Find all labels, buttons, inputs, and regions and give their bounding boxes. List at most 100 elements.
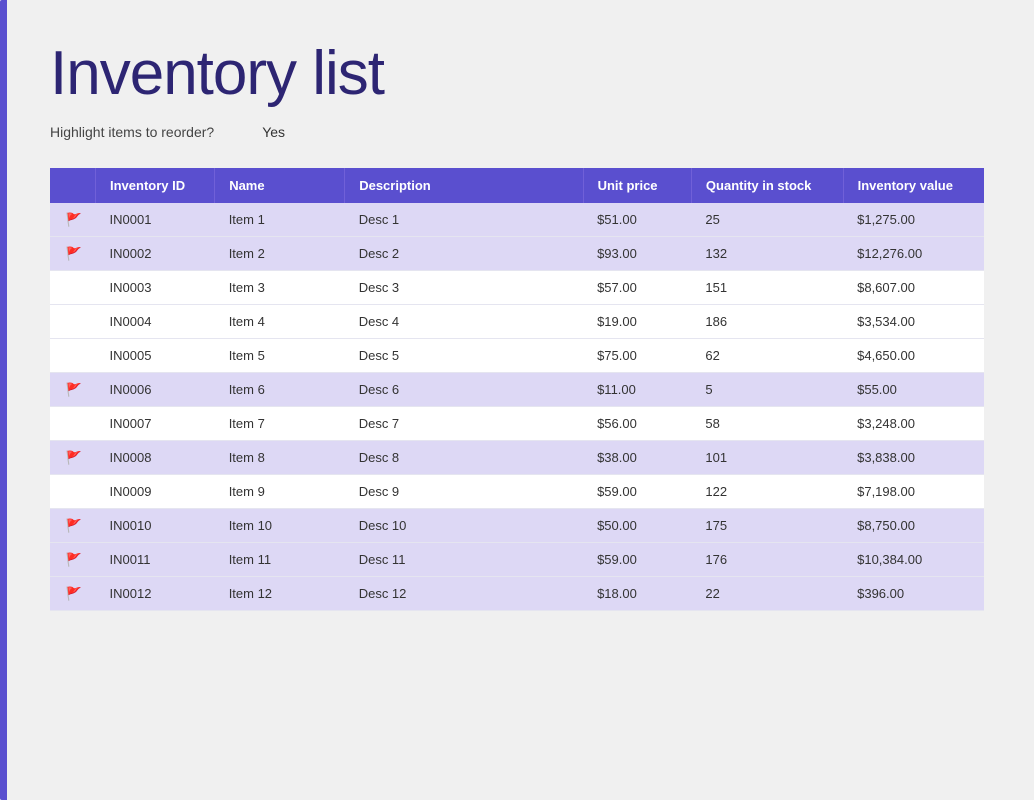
cell-inventory_value: $8,607.00 — [843, 271, 984, 305]
cell-id: IN0009 — [96, 475, 215, 509]
cell-inventory_value: $8,750.00 — [843, 509, 984, 543]
cell-name: Item 9 — [215, 475, 345, 509]
table-row: IN0007Item 7Desc 7$56.0058$3,248.00 — [50, 407, 984, 441]
cell-name: Item 8 — [215, 441, 345, 475]
cell-inventory_value: $4,650.00 — [843, 339, 984, 373]
cell-id: IN0001 — [96, 203, 215, 237]
cell-description: Desc 3 — [345, 271, 583, 305]
cell-quantity: 58 — [691, 407, 843, 441]
page-title: Inventory list — [50, 40, 984, 108]
cell-unit_price: $59.00 — [583, 543, 691, 577]
flag-cell — [50, 407, 96, 441]
flag-icon — [66, 246, 80, 260]
cell-inventory_value: $7,198.00 — [843, 475, 984, 509]
cell-unit_price: $56.00 — [583, 407, 691, 441]
table-row: IN0011Item 11Desc 11$59.00176$10,384.00 — [50, 543, 984, 577]
cell-id: IN0005 — [96, 339, 215, 373]
flag-icon — [66, 382, 80, 396]
flag-cell — [50, 577, 96, 611]
cell-quantity: 175 — [691, 509, 843, 543]
flag-cell — [50, 203, 96, 237]
cell-id: IN0012 — [96, 577, 215, 611]
table-row: IN0006Item 6Desc 6$11.005$55.00 — [50, 373, 984, 407]
cell-description: Desc 5 — [345, 339, 583, 373]
cell-name: Item 7 — [215, 407, 345, 441]
cell-description: Desc 2 — [345, 237, 583, 271]
cell-inventory_value: $55.00 — [843, 373, 984, 407]
cell-inventory_value: $12,276.00 — [843, 237, 984, 271]
flag-cell — [50, 543, 96, 577]
cell-unit_price: $38.00 — [583, 441, 691, 475]
cell-unit_price: $19.00 — [583, 305, 691, 339]
flag-icon — [66, 212, 80, 226]
cell-description: Desc 4 — [345, 305, 583, 339]
cell-id: IN0004 — [96, 305, 215, 339]
highlight-value: Yes — [262, 124, 285, 140]
flag-cell — [50, 339, 96, 373]
cell-unit_price: $50.00 — [583, 509, 691, 543]
table-row: IN0005Item 5Desc 5$75.0062$4,650.00 — [50, 339, 984, 373]
col-header-inventory-value: Inventory value — [843, 168, 984, 203]
cell-unit_price: $51.00 — [583, 203, 691, 237]
cell-id: IN0006 — [96, 373, 215, 407]
table-header: Inventory ID Name Description Unit price… — [50, 168, 984, 203]
table-row: IN0001Item 1Desc 1$51.0025$1,275.00 — [50, 203, 984, 237]
cell-description: Desc 12 — [345, 577, 583, 611]
flag-cell — [50, 475, 96, 509]
cell-id: IN0011 — [96, 543, 215, 577]
cell-inventory_value: $3,534.00 — [843, 305, 984, 339]
col-header-id: Inventory ID — [96, 168, 215, 203]
table-body: IN0001Item 1Desc 1$51.0025$1,275.00IN000… — [50, 203, 984, 611]
cell-quantity: 151 — [691, 271, 843, 305]
cell-quantity: 62 — [691, 339, 843, 373]
cell-name: Item 3 — [215, 271, 345, 305]
cell-id: IN0002 — [96, 237, 215, 271]
cell-inventory_value: $3,248.00 — [843, 407, 984, 441]
cell-description: Desc 6 — [345, 373, 583, 407]
flag-icon — [66, 450, 80, 464]
cell-name: Item 6 — [215, 373, 345, 407]
cell-id: IN0008 — [96, 441, 215, 475]
cell-inventory_value: $3,838.00 — [843, 441, 984, 475]
table-row: IN0004Item 4Desc 4$19.00186$3,534.00 — [50, 305, 984, 339]
col-header-description: Description — [345, 168, 583, 203]
flag-cell — [50, 373, 96, 407]
cell-quantity: 101 — [691, 441, 843, 475]
cell-name: Item 2 — [215, 237, 345, 271]
flag-cell — [50, 271, 96, 305]
cell-quantity: 25 — [691, 203, 843, 237]
cell-quantity: 22 — [691, 577, 843, 611]
highlight-label: Highlight items to reorder? — [50, 124, 214, 140]
cell-id: IN0003 — [96, 271, 215, 305]
flag-cell — [50, 509, 96, 543]
table-row: IN0009Item 9Desc 9$59.00122$7,198.00 — [50, 475, 984, 509]
cell-inventory_value: $1,275.00 — [843, 203, 984, 237]
cell-unit_price: $18.00 — [583, 577, 691, 611]
table-row: IN0002Item 2Desc 2$93.00132$12,276.00 — [50, 237, 984, 271]
cell-unit_price: $11.00 — [583, 373, 691, 407]
cell-quantity: 122 — [691, 475, 843, 509]
cell-name: Item 5 — [215, 339, 345, 373]
col-header-quantity: Quantity in stock — [691, 168, 843, 203]
cell-inventory_value: $396.00 — [843, 577, 984, 611]
col-header-flag — [50, 168, 96, 203]
cell-description: Desc 9 — [345, 475, 583, 509]
col-header-name: Name — [215, 168, 345, 203]
flag-cell — [50, 305, 96, 339]
flag-icon — [66, 586, 80, 600]
col-header-unit-price: Unit price — [583, 168, 691, 203]
flag-cell — [50, 441, 96, 475]
cell-unit_price: $57.00 — [583, 271, 691, 305]
flag-icon — [66, 552, 80, 566]
cell-quantity: 132 — [691, 237, 843, 271]
table-row: IN0012Item 12Desc 12$18.0022$396.00 — [50, 577, 984, 611]
cell-unit_price: $75.00 — [583, 339, 691, 373]
table-row: IN0008Item 8Desc 8$38.00101$3,838.00 — [50, 441, 984, 475]
cell-description: Desc 10 — [345, 509, 583, 543]
table-row: IN0003Item 3Desc 3$57.00151$8,607.00 — [50, 271, 984, 305]
cell-name: Item 12 — [215, 577, 345, 611]
cell-quantity: 176 — [691, 543, 843, 577]
cell-description: Desc 1 — [345, 203, 583, 237]
cell-description: Desc 7 — [345, 407, 583, 441]
cell-id: IN0007 — [96, 407, 215, 441]
